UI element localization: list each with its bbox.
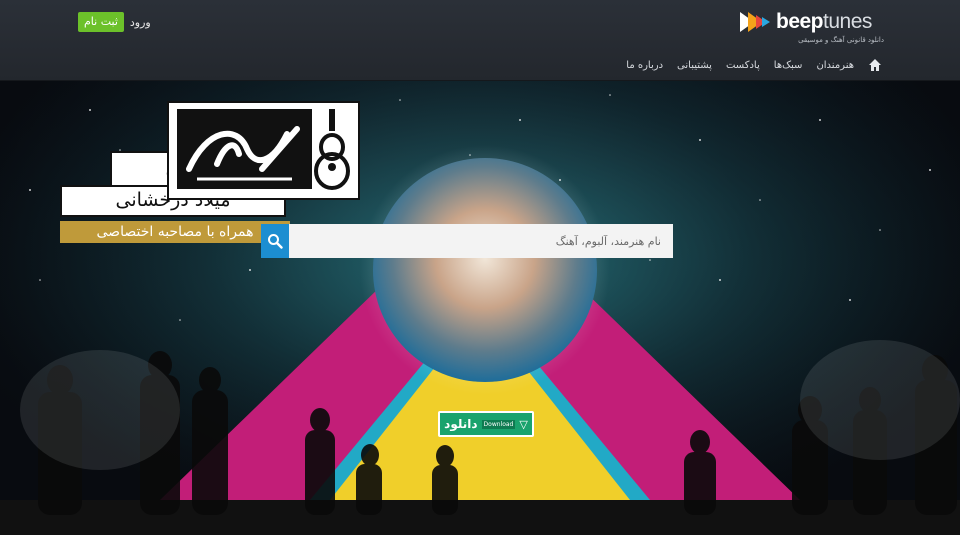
- search-input[interactable]: [289, 224, 673, 258]
- search-icon: [268, 234, 283, 249]
- download-button[interactable]: دانلود Download ▽: [438, 411, 534, 437]
- auth-links: ثبت نام ورود: [78, 12, 151, 32]
- logo-tagline: دانلود قانونی آهنگ و موسیقی: [798, 36, 884, 44]
- nav-item-support[interactable]: پشتیبانی: [677, 60, 712, 71]
- search-button[interactable]: [261, 224, 289, 258]
- logo-bold: beep: [776, 10, 824, 33]
- download-label-en: Download: [481, 419, 516, 429]
- logo-play-icon: [740, 12, 770, 32]
- calligraphy-logo: [177, 109, 312, 189]
- nav-item-genres[interactable]: سبک‌ها: [774, 60, 803, 71]
- login-link[interactable]: ورود: [130, 16, 151, 29]
- logo-light: tunes: [823, 10, 872, 33]
- search-bar: [261, 224, 673, 258]
- site-logo[interactable]: beeptunes دانلود قانونی آهنگ و موسیقی: [740, 10, 884, 50]
- signup-button[interactable]: ثبت نام: [78, 12, 124, 32]
- home-icon[interactable]: [868, 58, 882, 72]
- site-header: ثبت نام ورود beeptunes دانلود قانونی آهن…: [0, 0, 960, 81]
- hero-banner[interactable]: تا رهایی میلاد درخشانی همراه با مصاحبه ا…: [0, 80, 960, 535]
- hero-artwork: [0, 80, 960, 535]
- album-cover[interactable]: [167, 101, 360, 200]
- nav-item-about[interactable]: درباره ما: [626, 60, 663, 71]
- guitar-icon: [314, 109, 350, 190]
- download-label-fa: دانلود: [444, 417, 478, 431]
- download-arrow-icon: ▽: [519, 417, 528, 431]
- main-nav: هنرمندان سبک‌ها پادکست پشتیبانی درباره م…: [626, 58, 882, 72]
- nav-item-artists[interactable]: هنرمندان: [816, 60, 854, 71]
- promo-line-3: همراه با مصاحبه اختصاصی: [60, 221, 290, 243]
- nav-item-podcast[interactable]: پادکست: [726, 60, 760, 71]
- logo-wordmark: beeptunes: [776, 10, 872, 34]
